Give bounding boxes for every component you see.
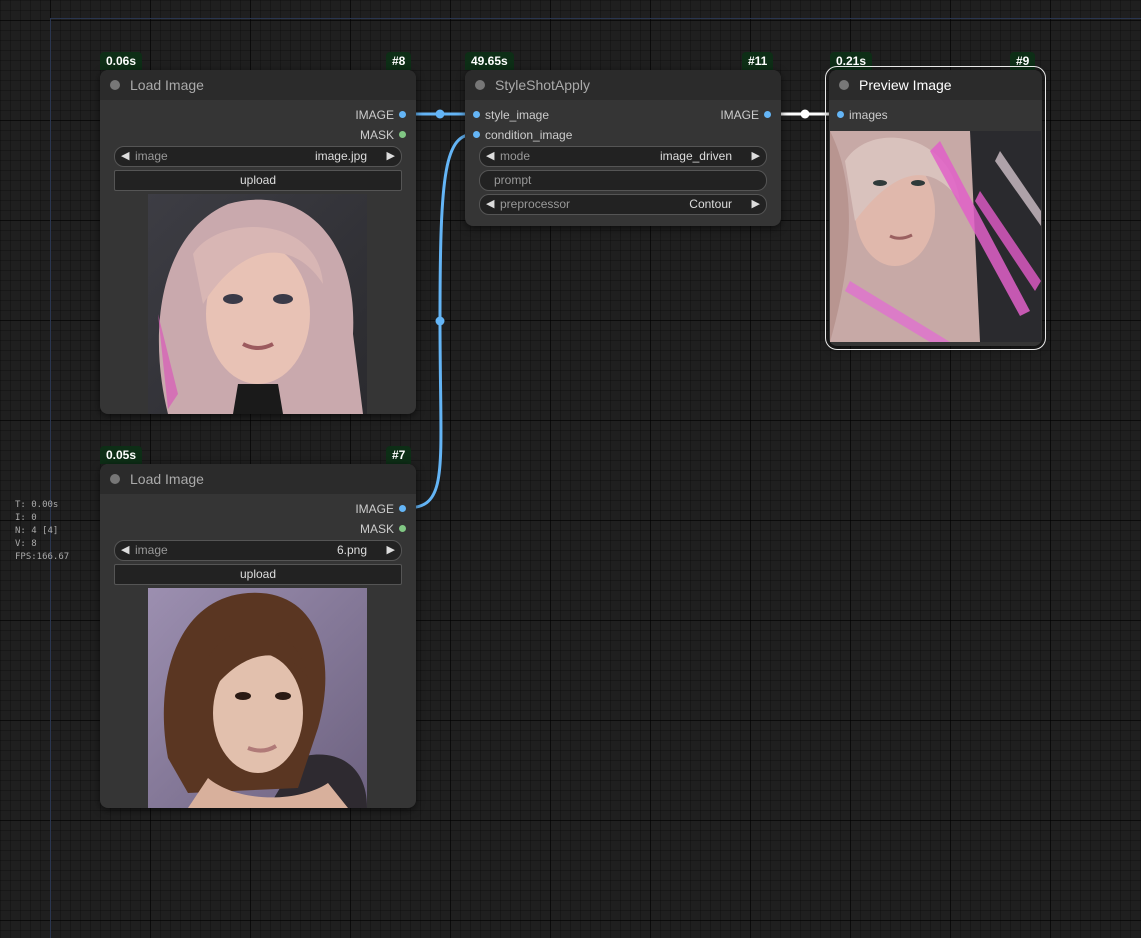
- widget-name: preprocessor: [500, 197, 571, 211]
- image-combo-widget[interactable]: ◀ image image.jpg ▶: [114, 146, 402, 167]
- image-thumbnail: [148, 588, 367, 808]
- node-title: Load Image: [130, 471, 204, 487]
- node-9-time-badge: 0.21s: [830, 52, 873, 70]
- input-slot-style-image[interactable]: style_image: [473, 108, 549, 122]
- upload-button[interactable]: upload: [114, 170, 402, 191]
- arrow-left-icon[interactable]: ◀: [486, 195, 494, 214]
- stat-iterations: I: 0: [15, 513, 37, 523]
- stat-time: T: 0.00s: [15, 500, 59, 510]
- node-8-id-badge: #8: [386, 52, 412, 70]
- slot-label: style_image: [485, 108, 550, 122]
- node-header[interactable]: Preview Image: [829, 70, 1042, 100]
- image-combo-widget[interactable]: ◀ image 6.png ▶: [114, 540, 402, 561]
- portrait-image: [148, 194, 367, 414]
- upload-button[interactable]: upload: [114, 564, 402, 585]
- node-title: Preview Image: [859, 77, 952, 93]
- node-header[interactable]: Load Image: [100, 70, 416, 100]
- portrait-image: [148, 588, 367, 808]
- slot-label: images: [849, 108, 888, 122]
- slot-label: condition_image: [485, 128, 573, 142]
- preprocessor-combo-widget[interactable]: ◀ preprocessor Contour ▶: [479, 194, 767, 215]
- link-condition-image-midpoint[interactable]: [435, 316, 445, 326]
- arrow-right-icon[interactable]: ▶: [387, 147, 395, 166]
- stat-fps: FPS:166.67: [15, 552, 70, 562]
- widget-value: 6.png: [336, 543, 367, 557]
- collapse-dot-icon[interactable]: [839, 80, 849, 90]
- slot-label: IMAGE: [355, 502, 394, 516]
- node-7-time-badge: 0.05s: [100, 446, 143, 464]
- slot-label: MASK: [359, 522, 394, 536]
- node-title: Load Image: [130, 77, 204, 93]
- slot-dot-icon[interactable]: [399, 111, 406, 118]
- arrow-left-icon[interactable]: ◀: [121, 147, 129, 166]
- node-8-time-badge: 0.06s: [100, 52, 143, 70]
- node-7-id-badge: #7: [386, 446, 412, 464]
- node-header[interactable]: StyleShotApply: [465, 70, 781, 100]
- stat-nodes: N: 4 [4]: [15, 526, 59, 536]
- load-image-node-8[interactable]: Load Image IMAGE MASK ◀ image image.jpg …: [100, 70, 416, 414]
- widget-value: image.jpg: [314, 149, 367, 163]
- link-output-image-midpoint[interactable]: [800, 109, 810, 119]
- output-slot-mask[interactable]: MASK: [360, 522, 406, 536]
- node-11-time-badge: 49.65s: [465, 52, 514, 70]
- output-slot-image[interactable]: IMAGE: [355, 108, 406, 122]
- slot-dot-icon[interactable]: [764, 111, 771, 118]
- collapse-dot-icon[interactable]: [110, 474, 120, 484]
- arrow-right-icon[interactable]: ▶: [752, 195, 760, 214]
- node-title: StyleShotApply: [495, 77, 590, 93]
- slot-dot-icon[interactable]: [473, 111, 480, 118]
- output-slot-image[interactable]: IMAGE: [355, 502, 406, 516]
- arrow-left-icon[interactable]: ◀: [486, 147, 494, 166]
- input-slot-images[interactable]: images: [837, 108, 888, 122]
- slot-label: MASK: [359, 128, 394, 142]
- load-image-node-7[interactable]: Load Image IMAGE MASK ◀ image 6.png ▶ up…: [100, 464, 416, 808]
- slot-dot-icon[interactable]: [399, 525, 406, 532]
- widget-name: image: [135, 543, 168, 557]
- stylized-portrait-image: [830, 131, 1041, 342]
- collapse-dot-icon[interactable]: [475, 80, 485, 90]
- widget-value: Contour: [689, 197, 732, 211]
- slot-dot-icon[interactable]: [399, 505, 406, 512]
- slot-dot-icon[interactable]: [837, 111, 844, 118]
- output-slot-image[interactable]: IMAGE: [720, 108, 771, 122]
- widget-value: image_driven: [659, 149, 732, 163]
- stat-visible: V: 8: [15, 539, 37, 549]
- slot-dot-icon[interactable]: [473, 131, 480, 138]
- mode-combo-widget[interactable]: ◀ mode image_driven ▶: [479, 146, 767, 167]
- graph-canvas[interactable]: 0.06s #8 Load Image IMAGE MASK ◀ image i…: [0, 0, 1141, 938]
- widget-name: mode: [500, 149, 531, 163]
- preview-output-image: [830, 131, 1041, 342]
- link-style-image-midpoint[interactable]: [435, 109, 445, 119]
- slot-label: IMAGE: [720, 108, 759, 122]
- collapse-dot-icon[interactable]: [110, 80, 120, 90]
- slot-label: IMAGE: [355, 108, 394, 122]
- output-slot-mask[interactable]: MASK: [360, 128, 406, 142]
- arrow-left-icon[interactable]: ◀: [121, 541, 129, 560]
- widget-name: image: [135, 149, 168, 163]
- node-11-id-badge: #11: [742, 52, 774, 70]
- styleshot-apply-node[interactable]: StyleShotApply style_image condition_ima…: [465, 70, 781, 226]
- prompt-text-widget[interactable]: prompt: [479, 170, 767, 191]
- input-slot-condition-image[interactable]: condition_image: [473, 128, 572, 142]
- preview-image-node[interactable]: Preview Image images: [825, 66, 1046, 350]
- arrow-right-icon[interactable]: ▶: [752, 147, 760, 166]
- slot-dot-icon[interactable]: [399, 131, 406, 138]
- widget-name: prompt: [494, 173, 532, 187]
- image-thumbnail: [148, 194, 367, 414]
- render-stats: T: 0.00s I: 0 N: 4 [4] V: 8 FPS:166.67: [15, 499, 69, 564]
- arrow-right-icon[interactable]: ▶: [387, 541, 395, 560]
- node-header[interactable]: Load Image: [100, 464, 416, 494]
- node-9-id-badge: #9: [1010, 52, 1036, 70]
